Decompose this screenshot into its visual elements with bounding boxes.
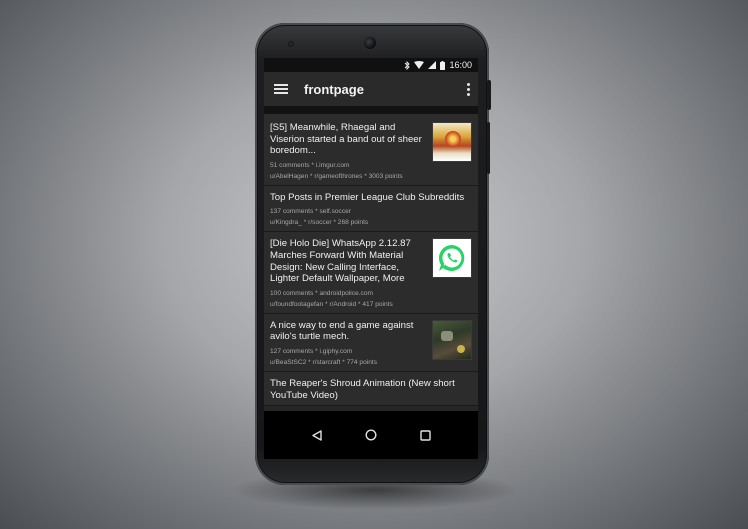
list-item[interactable]: [Die Holo Die] WhatsApp 2.12.87 Marches … <box>264 232 478 314</box>
signal-icon <box>428 61 437 69</box>
more-vert-icon[interactable] <box>466 82 470 96</box>
hamburger-menu-icon[interactable] <box>274 84 288 94</box>
post-title[interactable]: The Reaper's Shroud Animation (New short… <box>270 378 472 401</box>
bluetooth-icon <box>405 60 411 70</box>
phone-screen: 16:00 frontpage [S5] Meanwhile, Rhaegal … <box>264 58 478 459</box>
post-title[interactable]: A nice way to end a game against avilo's… <box>270 320 428 343</box>
post-thumbnail[interactable] <box>432 122 472 162</box>
status-time: 16:00 <box>449 60 472 70</box>
list-item[interactable]: A nice way to end a game against avilo's… <box>264 313 478 372</box>
list-item[interactable]: [S5] Meanwhile, Rhaegal and Viserion sta… <box>264 114 478 186</box>
back-icon[interactable] <box>310 428 324 442</box>
recents-icon[interactable] <box>418 428 432 442</box>
post-author-line: u/Kingdra_ * r/soccer * 268 points <box>270 219 369 227</box>
front-camera <box>364 37 376 49</box>
whatsapp-icon <box>438 245 465 272</box>
navigation-bar <box>264 411 478 459</box>
status-bar: 16:00 <box>264 58 478 72</box>
volume-button <box>487 122 490 174</box>
app-title: frontpage <box>304 81 364 97</box>
post-thumbnail[interactable] <box>432 238 472 279</box>
home-icon[interactable] <box>364 428 378 442</box>
post-author-line: u/BeaStSC2 * r/starcraft * 774 points <box>270 358 378 366</box>
post-title[interactable]: [S5] Meanwhile, Rhaegal and Viserion sta… <box>270 122 428 157</box>
post-comments[interactable]: 51 comments * i.imgur.com <box>270 162 428 170</box>
post-author-line: u/foundfootagefan * r/Android * 417 poin… <box>270 300 393 308</box>
post-feed[interactable]: [S5] Meanwhile, Rhaegal and Viserion sta… <box>264 114 478 411</box>
list-item[interactable]: The Reaper's Shroud Animation (New short… <box>264 371 478 407</box>
battery-icon <box>440 60 446 70</box>
app-bar: frontpage <box>264 72 478 106</box>
wifi-icon <box>414 61 425 69</box>
post-comments[interactable]: 137 comments * self.soccer <box>270 208 472 216</box>
post-comments[interactable]: 127 comments * i.giphy.com <box>270 348 428 356</box>
proximity-sensor <box>288 41 294 47</box>
post-author-line: u/AbelHagen * r/gameofthrones * 3003 poi… <box>270 172 403 180</box>
list-item[interactable]: Top Posts in Premier League Club Subredd… <box>264 185 478 233</box>
post-title[interactable]: [Die Holo Die] WhatsApp 2.12.87 Marches … <box>270 238 428 284</box>
post-comments[interactable]: 100 comments * androidpolice.com <box>270 290 428 298</box>
post-thumbnail[interactable] <box>432 319 472 360</box>
power-button <box>487 80 491 110</box>
post-title[interactable]: Top Posts in Premier League Club Subredd… <box>270 192 472 204</box>
